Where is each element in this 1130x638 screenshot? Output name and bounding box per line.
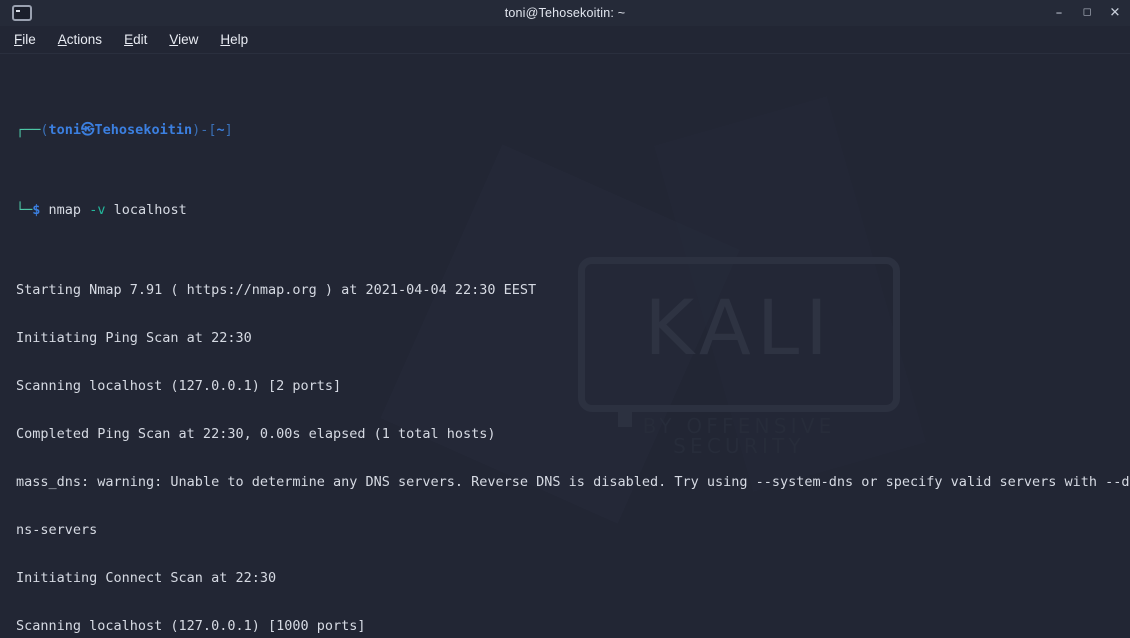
output-line: Initiating Ping Scan at 22:30: [16, 330, 252, 346]
menu-label: elp: [230, 32, 249, 47]
menu-label: iew: [178, 32, 199, 47]
output-line: Completed Ping Scan at 22:30, 0.00s elap…: [16, 426, 496, 442]
prompt-at-icon: ㉿: [81, 122, 95, 138]
terminal-icon: [12, 5, 32, 21]
output-line: mass_dns: warning: Unable to determine a…: [16, 474, 1130, 490]
prompt-close-bracket: ]: [224, 122, 233, 138]
prompt-line-top: ┌──(toni㉿Tehosekoitin)-[~]: [16, 122, 1130, 138]
terminal-screen[interactable]: KALI BY OFFENSIVE SECURITY ┌──(toni㉿Teho…: [0, 54, 1130, 638]
menu-item-view[interactable]: View: [169, 32, 198, 47]
window-controls: – □ ✕: [1052, 0, 1122, 26]
menu-mnemonic: F: [14, 32, 23, 47]
command-name: nmap: [48, 202, 82, 218]
menu-item-actions[interactable]: Actions: [58, 32, 102, 47]
prompt-cwd: ~: [216, 122, 225, 138]
menu-bar: File Actions Edit View Help: [0, 26, 1130, 54]
prompt-open-paren: (: [40, 122, 49, 138]
prompt-user: toni: [48, 122, 82, 138]
output-line: Scanning localhost (127.0.0.1) [2 ports]: [16, 378, 342, 394]
menu-mnemonic: H: [220, 32, 231, 47]
menu-mnemonic: E: [124, 32, 134, 47]
prompt-branch-bottom: └─: [16, 202, 33, 218]
prompt-branch-top: ┌──: [16, 122, 41, 138]
command-line: └─$ nmap -v localhost: [16, 202, 1130, 218]
window-title: toni@Tehosekoitin: ~: [504, 6, 626, 20]
output-line: Starting Nmap 7.91 ( https://nmap.org ) …: [16, 282, 537, 298]
command-flag: -v: [89, 202, 106, 218]
menu-label: dit: [133, 32, 148, 47]
menu-item-edit[interactable]: Edit: [124, 32, 147, 47]
prompt-close-paren: )-[: [192, 122, 217, 138]
menu-mnemonic: V: [169, 32, 179, 47]
close-icon: ✕: [1109, 5, 1121, 21]
output-line: Initiating Connect Scan at 22:30: [16, 570, 277, 586]
menu-item-help[interactable]: Help: [220, 32, 248, 47]
prompt-host: Tehosekoitin: [94, 122, 193, 138]
terminal-buffer: ┌──(toni㉿Tehosekoitin)-[~] └─$ nmap -v l…: [16, 58, 1130, 638]
maximize-icon: □: [1082, 7, 1092, 18]
minimize-icon: –: [1055, 5, 1063, 21]
title-bar: toni@Tehosekoitin: ~ – □ ✕: [0, 0, 1130, 26]
maximize-button[interactable]: □: [1080, 0, 1094, 26]
menu-label: ctions: [66, 32, 103, 47]
command-target: localhost: [113, 202, 187, 218]
terminal-window: toni@Tehosekoitin: ~ – □ ✕ File Actions …: [0, 0, 1130, 638]
menu-item-file[interactable]: File: [14, 32, 36, 47]
menu-label: ile: [22, 32, 36, 47]
output-line: ns-servers: [16, 522, 98, 538]
close-button[interactable]: ✕: [1108, 0, 1122, 26]
output-line: Scanning localhost (127.0.0.1) [1000 por…: [16, 618, 366, 634]
minimize-button[interactable]: –: [1052, 0, 1066, 26]
menu-mnemonic: A: [57, 32, 67, 47]
